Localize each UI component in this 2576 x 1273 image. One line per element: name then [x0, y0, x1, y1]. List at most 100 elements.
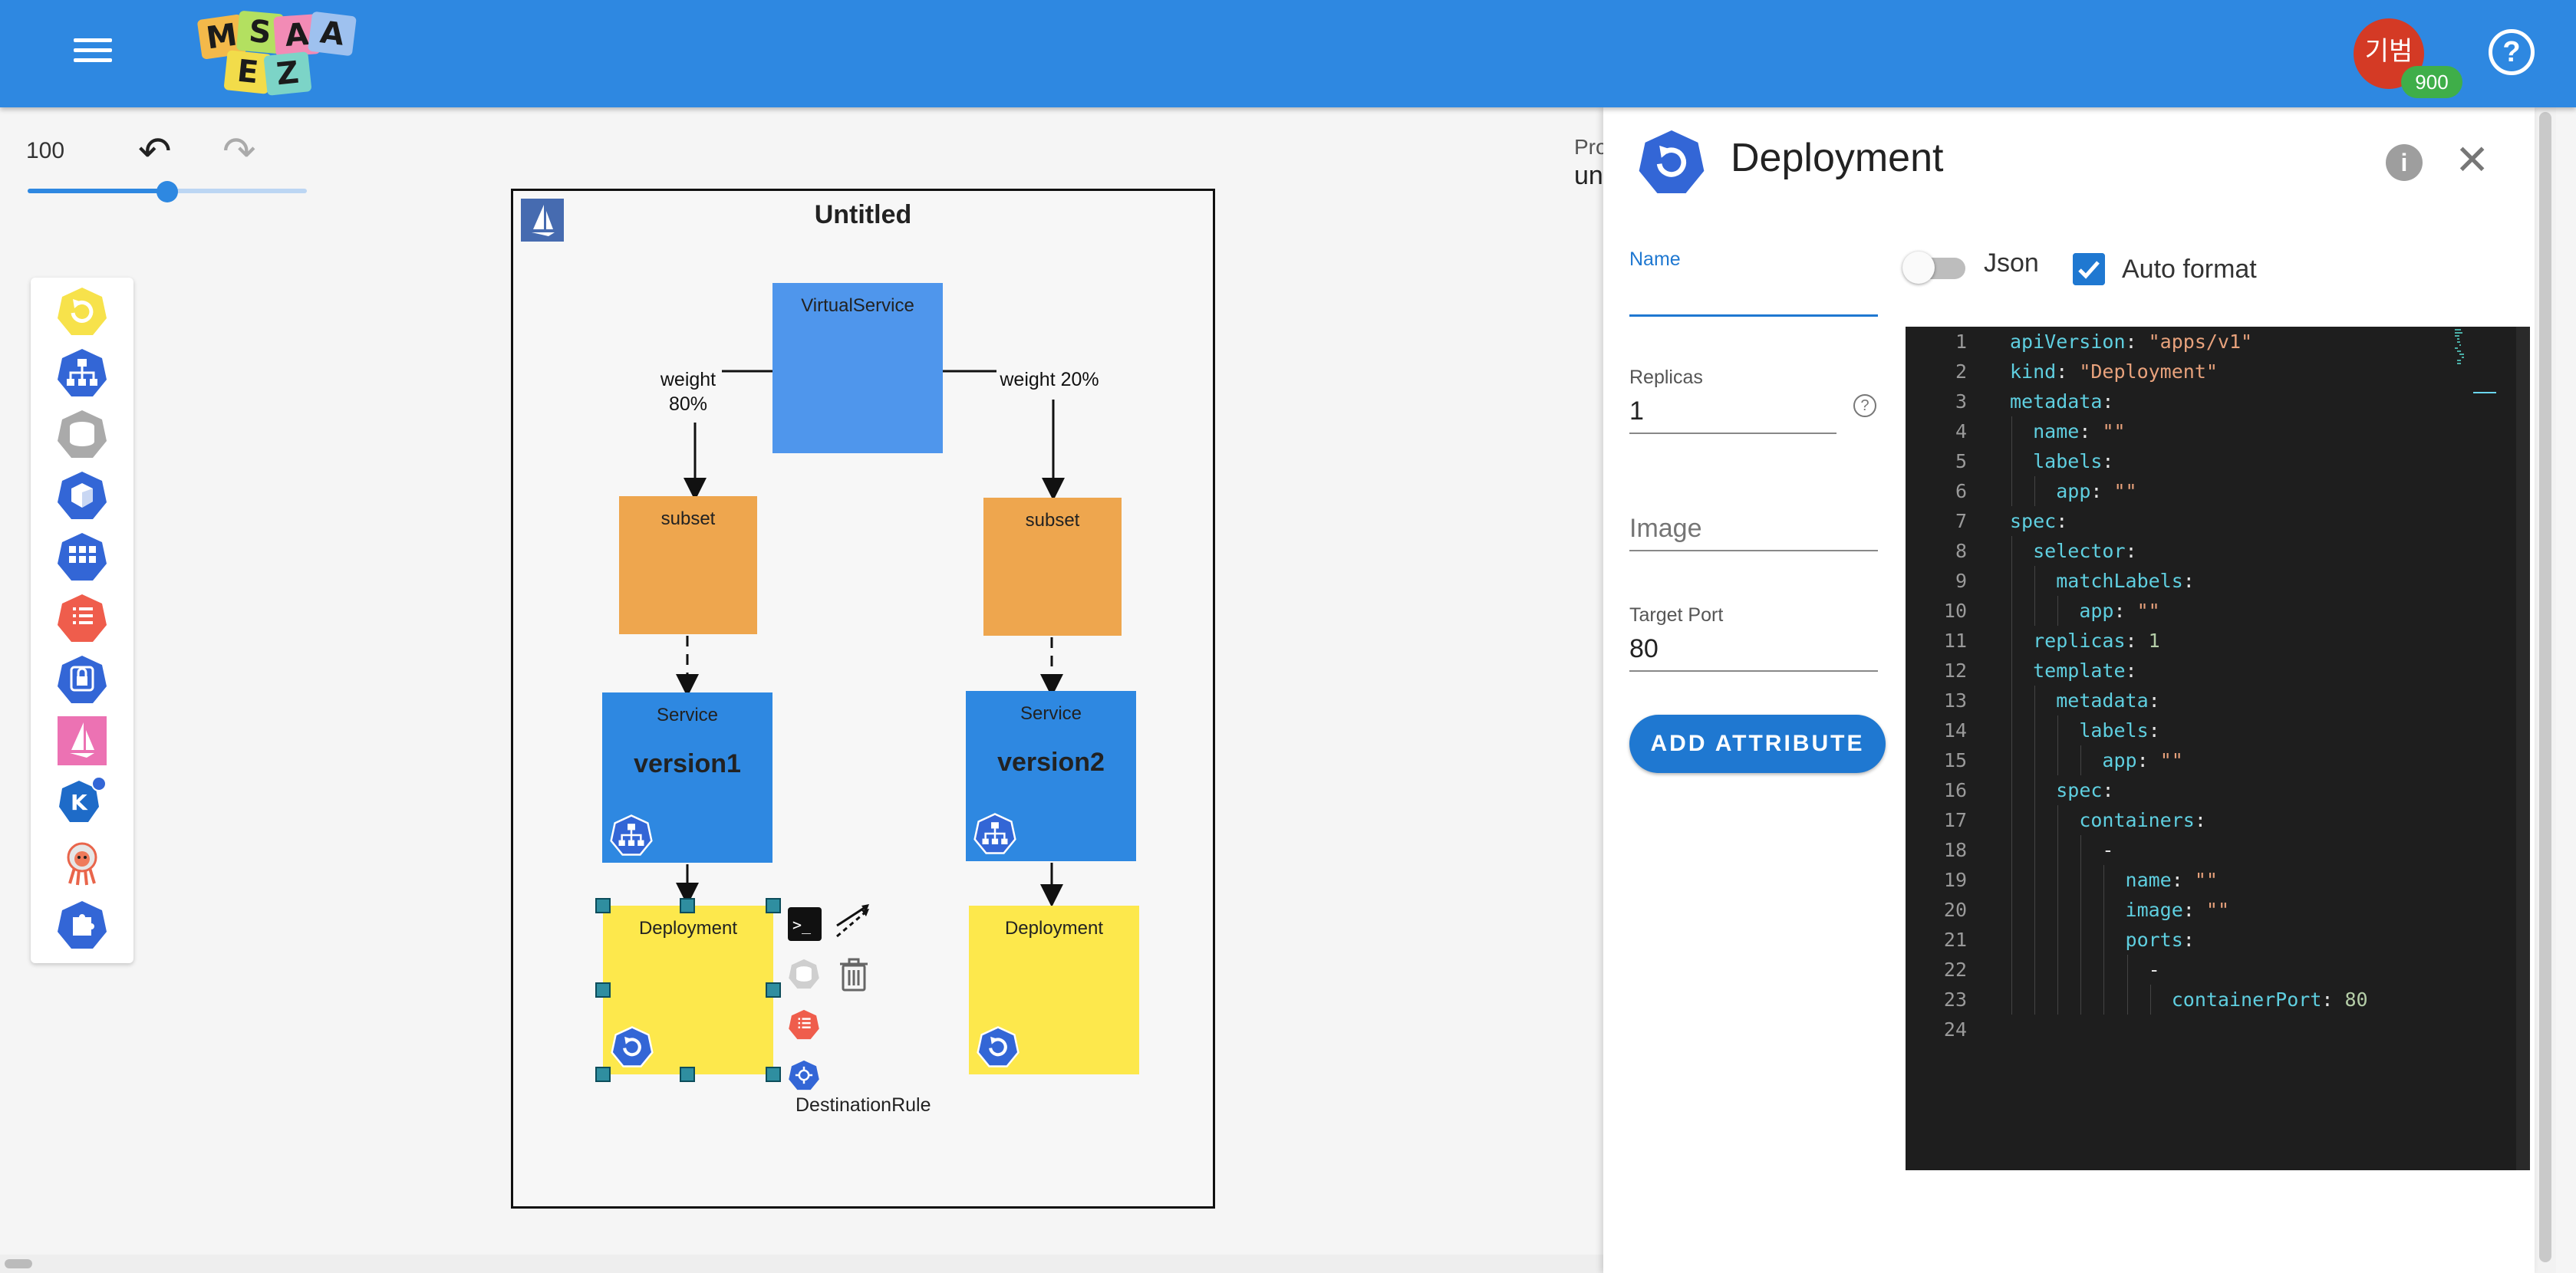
indent-guide [2034, 715, 2036, 745]
resize-handle[interactable] [680, 1067, 695, 1082]
code-line: 2 kind: "Deployment" [1906, 357, 2530, 387]
pod-icon[interactable] [56, 469, 108, 521]
deployment-node-right[interactable]: Deployment [969, 906, 1139, 1074]
code-text: ports: [2125, 929, 2195, 951]
json-toggle[interactable] [1902, 248, 1972, 287]
name-input[interactable] [1629, 271, 1878, 317]
resize-handle[interactable] [595, 982, 611, 998]
argo-icon[interactable] [56, 837, 108, 890]
subset-node-right[interactable]: subset [983, 498, 1122, 636]
msa-ez-logo[interactable]: M S A A E Z [196, 10, 357, 96]
line-number: 22 [1943, 959, 1967, 981]
indent-guide [2057, 895, 2059, 925]
resize-handle[interactable] [595, 1067, 611, 1082]
code-line: 15 app: "" [1906, 745, 2530, 775]
knative-icon[interactable]: K [56, 776, 108, 828]
replicas-input[interactable] [1629, 389, 1836, 434]
trash-icon[interactable] [838, 956, 869, 992]
credit-badge: 900 [2401, 66, 2462, 98]
indent-guide [2080, 895, 2082, 925]
name-label: Name [1629, 248, 1681, 270]
resize-handle[interactable] [766, 982, 781, 998]
line-number: 13 [1943, 689, 1967, 712]
indent-guide [2057, 865, 2059, 895]
service-icon[interactable] [56, 347, 108, 399]
destination-rule-label[interactable]: DestinationRule [796, 1094, 931, 1117]
resize-handle[interactable] [766, 898, 781, 913]
resize-handle[interactable] [595, 898, 611, 913]
secret-icon[interactable] [56, 653, 108, 706]
configmap-icon[interactable] [56, 592, 108, 644]
deployment-node-left[interactable]: Deployment [603, 906, 773, 1074]
resize-handle[interactable] [680, 898, 695, 913]
indent-guide [2011, 626, 2012, 656]
indent-guide [2103, 955, 2105, 985]
zoom-slider[interactable] [28, 181, 307, 202]
virtual-service-node[interactable]: VirtualService [772, 283, 943, 453]
indent-guide [2080, 985, 2082, 1015]
indent-guide [2011, 745, 2012, 775]
auto-format-checkbox[interactable] [2073, 253, 2105, 285]
resize-handle[interactable] [766, 1067, 781, 1082]
code-line: 3 metadata: [1906, 387, 2530, 416]
deployment-icon[interactable] [56, 285, 108, 337]
code-text: template: [2033, 660, 2137, 682]
line-number: 11 [1943, 630, 1967, 652]
close-icon[interactable]: ✕ [2455, 140, 2489, 181]
code-line: 12 template: [1906, 656, 2530, 686]
yaml-editor[interactable]: 1 apiVersion: "apps/v1" 2 kind: "Deployment… [1906, 327, 2530, 1170]
json-label: Json [1984, 248, 2039, 278]
name-field: Name [1629, 248, 1878, 317]
indent-guide [2011, 596, 2012, 626]
image-field [1629, 506, 1878, 551]
connect-arrow-icon[interactable] [834, 903, 874, 942]
line-number: 1 [1955, 331, 1967, 353]
code-text: replicas: 1 [2033, 630, 2160, 652]
hamburger-menu-icon[interactable] [74, 38, 112, 69]
editor-scrollbar[interactable] [2516, 327, 2530, 1170]
custom-resource-icon[interactable] [56, 899, 108, 951]
code-text: spec: [2010, 510, 2068, 532]
code-line: 20 image: "" [1906, 895, 2530, 925]
indent-guide [2034, 955, 2036, 985]
destination-rule-icon[interactable] [788, 1059, 820, 1091]
code-text: app: "" [2056, 480, 2137, 502]
indent-guide [2034, 476, 2036, 506]
line-number: 18 [1943, 839, 1967, 861]
persistent-volume-icon[interactable] [788, 958, 820, 990]
diagram-canvas[interactable]: Untitled weight 80% weight 20% VirtualSe… [511, 189, 1215, 1209]
line-number: 5 [1955, 450, 1967, 472]
zoom-value: 100 [26, 138, 65, 163]
code-line: 17 containers: [1906, 805, 2530, 835]
service-node-version1[interactable]: Service version1 [602, 692, 772, 863]
subset-node-left[interactable]: subset [619, 496, 757, 634]
indent-guide [2057, 985, 2059, 1015]
service-name: version1 [634, 749, 741, 778]
help-icon[interactable]: ? [2489, 29, 2535, 75]
replicaset-icon[interactable] [56, 531, 108, 583]
indent-guide [2034, 925, 2036, 955]
zoom-slider-thumb[interactable] [156, 181, 178, 202]
target-port-input[interactable] [1629, 627, 1878, 672]
panel-vertical-scrollbar[interactable] [2535, 107, 2556, 1273]
undo-icon[interactable]: ↶ [138, 132, 172, 172]
add-attribute-button[interactable]: ADD ATTRIBUTE [1629, 715, 1886, 773]
editor-minimap[interactable] [2450, 327, 2512, 403]
service-node-version2[interactable]: Service version2 [966, 691, 1136, 861]
info-icon[interactable]: i [2386, 144, 2423, 181]
image-input[interactable] [1629, 506, 1878, 551]
istio-icon[interactable] [56, 715, 108, 767]
app-header: M S A A E Z 기범 900 ? [0, 0, 2576, 107]
indent-guide [2057, 955, 2059, 985]
indent-guide [2034, 745, 2036, 775]
indent-guide [2057, 715, 2059, 745]
component-palette: K [31, 278, 133, 963]
canvas-horizontal-scrollbar[interactable] [0, 1255, 1603, 1273]
replicas-help-icon[interactable]: ? [1853, 394, 1876, 417]
redo-icon[interactable]: ↷ [222, 132, 256, 172]
indent-guide [2034, 596, 2036, 626]
code-text: selector: [2033, 540, 2137, 562]
configmap-icon[interactable] [788, 1008, 820, 1041]
terminal-icon[interactable]: >_ [788, 907, 822, 941]
persistent-volume-icon[interactable] [56, 408, 108, 460]
